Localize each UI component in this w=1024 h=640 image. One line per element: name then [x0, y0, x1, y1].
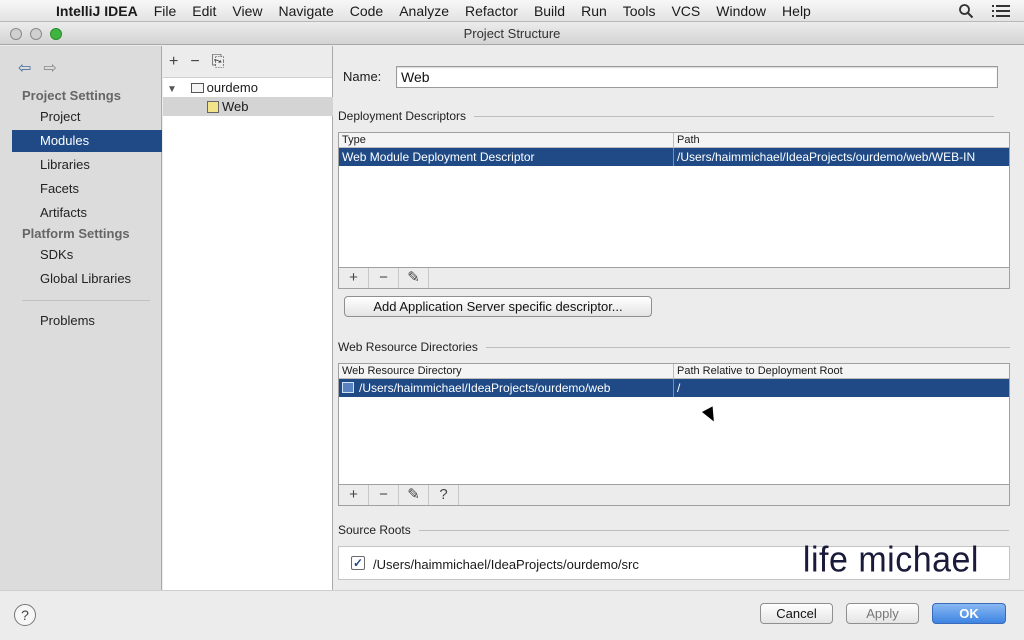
menu-analyze[interactable]: Analyze — [391, 0, 457, 22]
source-root-path: /Users/haimmichael/IdeaProjects/ourdemo/… — [373, 557, 639, 572]
window-titlebar: Project Structure — [0, 23, 1024, 45]
group-divider — [485, 346, 1010, 348]
group-divider — [418, 529, 1009, 531]
group-title: Source Roots — [338, 523, 411, 537]
remove-module-button[interactable]: − — [190, 53, 199, 71]
menu-intellij[interactable]: IntelliJ IDEA — [48, 0, 146, 22]
sidebar-item-libraries[interactable]: Libraries — [12, 154, 162, 176]
deployment-descriptors-toolbar: + − ✎ — [338, 268, 1010, 289]
help-button[interactable]: ? — [14, 604, 36, 626]
copy-module-button[interactable]: ⎘ — [212, 53, 225, 71]
tree-node-label: ourdemo — [206, 80, 258, 95]
tree-node-ourdemo[interactable]: ▼ ourdemo — [163, 78, 333, 97]
sidebar-item-modules[interactable]: Modules — [12, 130, 162, 152]
remove-directory-button[interactable]: − — [369, 485, 399, 505]
menu-window[interactable]: Window — [708, 0, 774, 22]
nav-arrows: ⇦ ⇨ — [18, 58, 57, 78]
group-title: Web Resource Directories — [338, 340, 478, 354]
sidebar-item-project[interactable]: Project — [12, 106, 162, 128]
sidebar-item-global-libraries[interactable]: Global Libraries — [12, 268, 162, 290]
web-resource-toolbar: + − ✎ ? — [338, 485, 1010, 506]
dialog-footer: ? Cancel Apply OK — [0, 590, 1024, 640]
column-header-relative-path[interactable]: Path Relative to Deployment Root — [674, 364, 1009, 378]
column-header-type[interactable]: Type — [339, 133, 674, 147]
menu-edit[interactable]: Edit — [184, 0, 224, 22]
directory-path: /Users/haimmichael/IdeaProjects/ourdemo/… — [359, 381, 611, 395]
cell-path: /Users/haimmichael/IdeaProjects/ourdemo/… — [677, 150, 976, 164]
watermark-text: life michael — [802, 540, 979, 580]
minimize-window-button[interactable] — [30, 28, 42, 40]
menu-refactor[interactable]: Refactor — [457, 0, 526, 22]
source-root-checkbox[interactable]: ✓ — [351, 556, 365, 570]
back-arrow-icon[interactable]: ⇦ — [18, 58, 31, 78]
window-title: Project Structure — [463, 26, 561, 41]
web-directory-icon — [342, 382, 354, 393]
apply-button[interactable]: Apply — [846, 603, 919, 624]
list-icon[interactable] — [992, 4, 1010, 18]
sidebar-item-artifacts[interactable]: Artifacts — [12, 202, 162, 224]
menu-code[interactable]: Code — [342, 0, 391, 22]
section-project-settings: Project Settings — [22, 88, 121, 103]
zoom-window-button[interactable] — [50, 28, 62, 40]
menu-run[interactable]: Run — [573, 0, 615, 22]
table-row[interactable]: /Users/haimmichael/IdeaProjects/ourdemo/… — [339, 379, 1009, 397]
table-header: Web Resource Directory Path Relative to … — [339, 364, 1009, 379]
remove-descriptor-button[interactable]: − — [369, 268, 399, 288]
sidebar-item-problems[interactable]: Problems — [12, 310, 162, 332]
module-tree-toolbar: + − ⎘ — [163, 46, 332, 78]
deployment-descriptors-table: Type Path Web Module Deployment Descript… — [338, 132, 1010, 268]
window-controls — [10, 28, 62, 40]
menubar-right — [958, 0, 1010, 22]
sidebar-divider — [22, 300, 150, 301]
web-facet-settings: Name: Deployment Descriptors Type Path W… — [334, 46, 1024, 590]
add-server-descriptor-button[interactable]: Add Application Server specific descript… — [344, 296, 652, 317]
module-tree-panel: + − ⎘ ▼ ourdemo Web — [163, 46, 333, 590]
name-label: Name: — [343, 69, 382, 84]
menu-navigate[interactable]: Navigate — [270, 0, 341, 22]
ok-button[interactable]: OK — [932, 603, 1006, 624]
web-resource-directories-table: Web Resource Directory Path Relative to … — [338, 363, 1010, 485]
web-facet-icon — [207, 101, 219, 113]
cell-relative-path: / — [677, 381, 681, 395]
section-platform-settings: Platform Settings — [22, 226, 130, 241]
web-resource-directories-header: Web Resource Directories — [338, 340, 1010, 354]
cell-type: Web Module Deployment Descriptor — [339, 148, 674, 166]
table-header: Type Path — [339, 133, 1009, 148]
group-divider — [474, 115, 995, 117]
name-input[interactable] — [396, 66, 998, 88]
settings-sidebar: ⇦ ⇨ Project Settings Project Modules Lib… — [0, 46, 162, 590]
add-descriptor-button[interactable]: + — [339, 268, 369, 288]
menu-tools[interactable]: Tools — [615, 0, 664, 22]
cancel-button[interactable]: Cancel — [760, 603, 833, 624]
menu-build[interactable]: Build — [526, 0, 573, 22]
forward-arrow-icon[interactable]: ⇨ — [43, 58, 56, 78]
menu-file[interactable]: File — [146, 0, 185, 22]
table-row[interactable]: Web Module Deployment Descriptor /Users/… — [339, 148, 1009, 166]
cell-directory: /Users/haimmichael/IdeaProjects/ourdemo/… — [339, 379, 674, 397]
source-roots-list: ✓ /Users/haimmichael/IdeaProjects/ourdem… — [338, 540, 1010, 580]
module-folder-icon — [190, 83, 204, 93]
column-header-path[interactable]: Path — [674, 133, 1009, 147]
help-directory-button[interactable]: ? — [429, 485, 459, 505]
menu-view[interactable]: View — [224, 0, 270, 22]
group-title: Deployment Descriptors — [338, 109, 467, 123]
add-module-button[interactable]: + — [169, 53, 178, 71]
sidebar-item-facets[interactable]: Facets — [12, 178, 162, 200]
menu-vcs[interactable]: VCS — [663, 0, 708, 22]
mac-menubar: IntelliJ IDEA File Edit View Navigate Co… — [0, 0, 1024, 22]
tree-node-web[interactable]: Web — [163, 97, 333, 116]
sidebar-item-sdks[interactable]: SDKs — [12, 244, 162, 266]
search-icon[interactable] — [958, 3, 974, 19]
column-header-directory[interactable]: Web Resource Directory — [339, 364, 674, 378]
close-window-button[interactable] — [10, 28, 22, 40]
tree-node-label: Web — [222, 99, 249, 114]
add-directory-button[interactable]: + — [339, 485, 369, 505]
edit-directory-button[interactable]: ✎ — [399, 485, 429, 505]
edit-descriptor-button[interactable]: ✎ — [399, 268, 429, 288]
source-roots-header: Source Roots — [338, 523, 1009, 537]
deployment-descriptors-header: Deployment Descriptors — [338, 109, 995, 123]
menu-help[interactable]: Help — [774, 0, 819, 22]
